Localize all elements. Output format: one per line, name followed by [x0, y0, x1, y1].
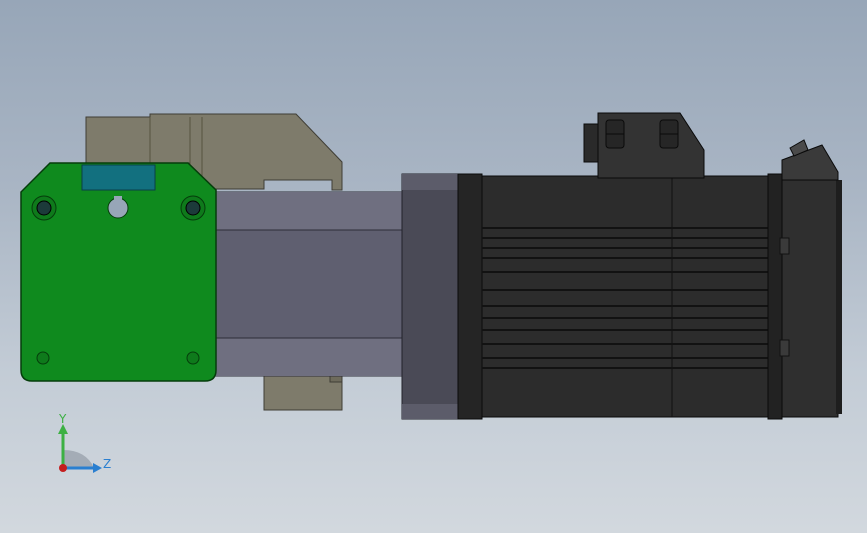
x-axis-origin — [59, 464, 67, 472]
z-axis-label: Z — [103, 457, 111, 471]
graphics-viewport[interactable]: Y Z — [0, 0, 867, 533]
y-axis-label: Y — [58, 412, 67, 426]
coupling-housing[interactable] — [211, 191, 406, 377]
model-view[interactable] — [0, 0, 867, 533]
view-orientation-triad: Y Z — [58, 412, 111, 473]
encoder-cap[interactable] — [781, 139, 839, 181]
triad-quadrant — [63, 450, 94, 468]
connector-box[interactable] — [583, 112, 705, 179]
plate-tab — [81, 164, 156, 191]
servo-motor-body[interactable] — [457, 173, 842, 420]
green-adapter-plate[interactable] — [20, 162, 217, 382]
